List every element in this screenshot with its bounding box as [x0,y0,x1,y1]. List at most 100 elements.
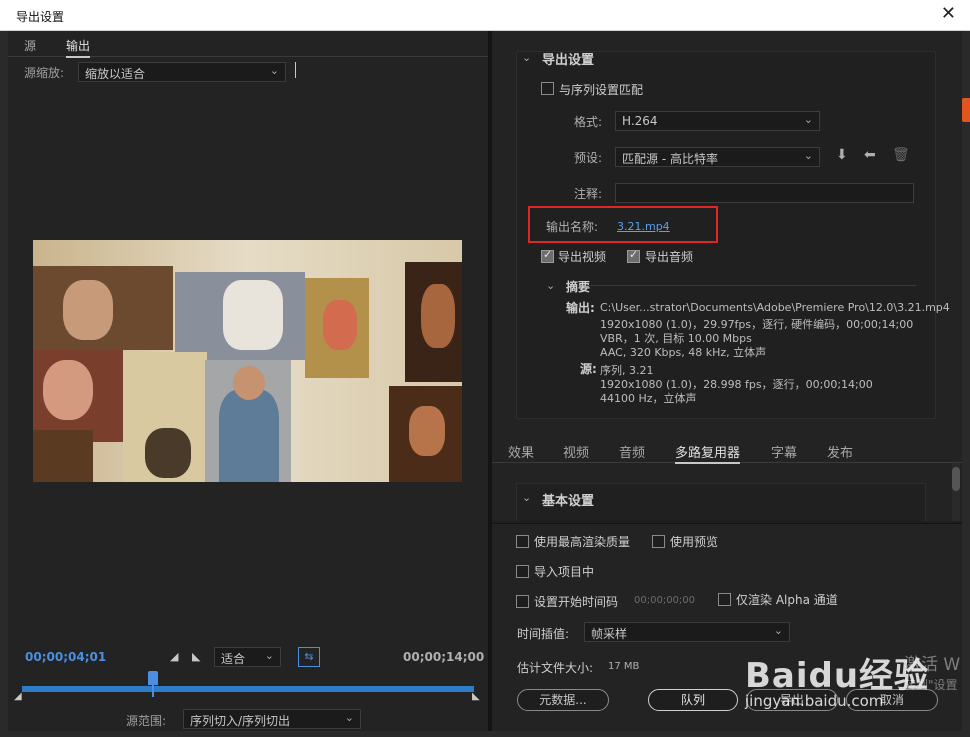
summary-title: 摘要 [566,280,591,294]
export-video-checkbox[interactable] [541,248,554,263]
source-range-value: 序列切入/序列切出 [190,714,291,728]
import-into-project-label: 导入项目中 [534,565,595,579]
import-into-project-checkbox[interactable] [516,565,529,578]
summary-output-audio: AAC, 320 Kbps, 48 kHz, 立体声 [600,346,767,359]
photo-6-jacket [219,390,279,482]
window-title: 导出设置 [16,10,65,24]
export-video-label: 导出视频 [558,250,607,264]
photo-2-horse [223,280,283,350]
export-settings-panel: ⌄ 导出设置 与序列设置匹配 格式: H.264 ⌄ 预设: 匹配源 - 高比特… [492,31,962,521]
render-alpha-only-label: 仅渲染 Alpha 通道 [736,593,838,607]
mark-out-icon[interactable]: ◣ [192,650,200,663]
playhead-line [152,683,155,697]
window-left-edge [0,31,8,737]
comment-label: 注释: [574,187,603,201]
format-label: 格式: [574,115,603,129]
out-point-marker-icon[interactable]: ◣ [472,691,480,702]
tab-video[interactable]: 视频 [563,442,589,461]
tab-publish[interactable]: 发布 [827,442,853,461]
current-timecode[interactable]: 00;00;04;01 [25,650,106,664]
photo-6-face [233,366,265,400]
estimated-file-size-label: 估计文件大小: [517,661,594,675]
chevron-down-icon: ⌄ [803,149,813,162]
match-sequence-label: 与序列设置匹配 [559,83,644,97]
photo-1-face [63,280,113,340]
preview-tabs: 源 输出 [8,31,488,58]
photo-4-face [43,360,93,420]
export-settings-title: 导出设置 [542,53,595,68]
summary-chevron-icon[interactable]: ⌄ [546,279,555,292]
aspect-toggle-icon[interactable]: ⇆ [298,647,320,667]
close-icon[interactable]: ✕ [941,4,956,24]
chevron-down-icon: ⌄ [803,113,813,126]
delete-preset-icon[interactable]: 🗑 [892,147,910,163]
basic-settings-title: 基本设置 [542,494,595,509]
time-interpolation-label: 时间插值: [517,627,570,641]
photo-5-figure [145,428,191,478]
baidu-watermark-logo: Baidu经验 [745,656,930,696]
tab-effects[interactable]: 效果 [508,442,534,461]
max-render-quality-checkbox[interactable] [516,535,529,548]
export-audio-checkbox[interactable] [627,248,640,263]
tab-captions[interactable]: 字幕 [771,442,797,461]
photo-8-face [421,284,455,348]
preset-value: 匹配源 - 高比特率 [622,152,718,166]
output-name-link[interactable]: 3.21.mp4 [617,220,670,233]
chevron-down-icon: ⌄ [344,711,354,724]
export-audio-label: 导出音频 [645,250,694,264]
text-cursor [295,62,296,78]
fit-dropdown[interactable]: 适合 ⌄ [214,647,281,667]
tab-audio[interactable]: 音频 [619,442,645,461]
tab-output[interactable]: 输出 [66,37,91,58]
collapse-chevron-icon[interactable]: ⌄ [522,51,531,64]
import-preset-icon[interactable]: ⬅ [864,147,876,163]
use-previews-label: 使用预览 [670,535,719,549]
window-titlebar: 导出设置 ✕ [0,0,970,31]
match-sequence-checkbox[interactable] [541,82,554,95]
source-scale-label: 源缩放: [24,66,65,80]
tab-multiplexer[interactable]: 多路复用器 [675,442,741,464]
source-scale-dropdown[interactable]: 缩放以适合 ⌄ [78,62,286,82]
source-scale-value: 缩放以适合 [85,67,146,81]
timeline-scrubber[interactable] [22,686,474,692]
metadata-button[interactable]: 元数据... [517,689,609,711]
summary-source-audio: 44100 Hz，立体声 [600,392,697,405]
source-range-label: 源范围: [126,714,167,728]
start-timecode-value[interactable]: 00;00;00;00 [634,595,695,606]
comment-field[interactable] [615,183,914,203]
use-previews-checkbox[interactable] [652,535,665,548]
render-alpha-only-checkbox[interactable] [718,593,731,606]
tab-source[interactable]: 源 [24,37,36,54]
summary-output-key: 输出: [566,301,595,315]
photo-3-face [323,300,357,350]
max-render-quality-label: 使用最高渲染质量 [534,535,631,549]
fit-value: 适合 [221,652,246,666]
in-point-marker-icon[interactable]: ◢ [14,691,22,702]
orange-app-icon [962,98,970,122]
preset-dropdown[interactable]: 匹配源 - 高比特率 ⌄ [615,147,820,167]
estimated-file-size-value: 17 MB [608,661,640,672]
timeline-controls: 00;00;04;01 ◢ ◣ 适合 ⌄ ⇆ 00;00;14;00 ◢ ◣ 源… [8,639,488,731]
window-right-edge [962,31,970,737]
output-name-label: 输出名称: [546,220,599,234]
settings-tabs: 效果 视频 音频 多路复用器 字幕 发布 [492,437,962,464]
mark-in-icon[interactable]: ◢ [170,650,178,663]
window-bottom-edge [0,731,970,737]
save-preset-icon[interactable]: ⬇ [836,147,848,163]
source-range-dropdown[interactable]: 序列切入/序列切出 ⌄ [183,709,361,729]
format-dropdown[interactable]: H.264 ⌄ [615,111,820,131]
basic-settings-chevron-icon[interactable]: ⌄ [522,491,531,504]
chevron-down-icon: ⌄ [773,624,783,637]
set-start-timecode-checkbox[interactable] [516,595,529,608]
summary-source-key: 源: [580,362,597,376]
export-options-panel: 使用最高渲染质量 使用预览 导入项目中 设置开始时间码 00;00;00;00 … [492,523,962,731]
time-interpolation-dropdown[interactable]: 帧采样 ⌄ [584,622,790,642]
set-start-timecode-label: 设置开始时间码 [534,595,619,609]
queue-button[interactable]: 队列 [648,689,738,711]
settings-scrollbar-thumb[interactable] [952,467,960,491]
photo-9-face [409,406,445,456]
video-preview [33,240,462,482]
end-timecode: 00;00;14;00 [403,650,485,664]
preview-panel: 源 输出 源缩放: 缩放以适合 ⌄ 00;00;04;01 ◢ ◣ 适合 ⌄ ⇆… [8,31,488,731]
baidu-watermark-url: jingyan.baidu.com [745,692,884,710]
